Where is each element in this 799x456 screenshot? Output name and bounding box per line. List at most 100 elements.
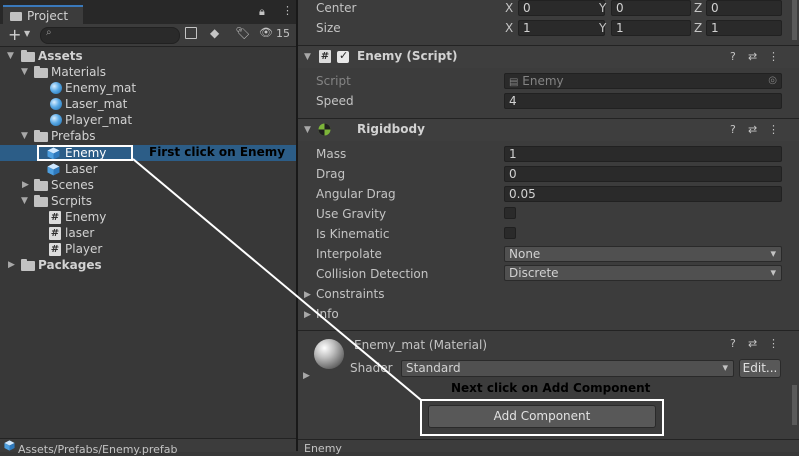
folder-icon [34,130,48,142]
size-x-field[interactable]: 1 [518,20,605,36]
info-foldout-icon[interactable]: ▶ [304,310,311,320]
script-icon: # [49,243,61,256]
annotation-first-step: First click on Enemy [149,145,286,159]
expand-arrow-icon[interactable]: ▼ [7,48,14,64]
center-x-field[interactable]: 0 [518,0,605,16]
constraints-foldout-icon[interactable]: ▶ [304,290,311,300]
script-object-value: Enemy [522,74,564,88]
foldout-arrow-icon[interactable]: ▼ [304,52,311,62]
folder-icon [21,50,35,62]
foldout-arrow-icon[interactable]: ▼ [304,125,311,135]
scrollbar-thumb-lower[interactable] [792,385,797,425]
preset-icon[interactable]: ⇄ [748,50,757,63]
foldout-arrow-icon[interactable]: ▶ [303,371,310,381]
center-y-field[interactable]: 0 [611,0,691,16]
drag-field[interactable]: 0 [504,166,782,182]
center-z-field[interactable]: 0 [706,0,782,16]
tree-item-enemy-script[interactable]: # Enemy [0,209,296,225]
tree-item-packages[interactable]: ▶ Packages [0,257,296,273]
material-icon [50,98,62,110]
tree-item-prefabs[interactable]: ▼ Prefabs [0,128,296,144]
expand-arrow-icon[interactable]: ▼ [21,128,28,144]
collision-detection-label: Collision Detection [316,267,429,281]
material-icon [50,114,62,126]
kebab-menu-icon[interactable]: ⋮ [282,4,293,17]
preview-object-name: Enemy [304,442,342,455]
tree-item-label: Prefabs [51,129,96,143]
tree-item-laser-script[interactable]: # laser [0,225,296,241]
edit-shader-button[interactable]: Edit... [739,359,781,378]
lock-icon[interactable]: 🔒︎ [259,5,265,19]
search-icon: ⌕ [46,27,52,38]
center-label: Center [316,1,357,15]
preset-icon[interactable]: ⇄ [748,337,757,350]
mass-field[interactable]: 1 [504,146,782,162]
script-field-label: Script [316,74,351,88]
tree-item-label: Player_mat [65,113,133,127]
search-by-type-icon[interactable] [185,27,197,39]
scrollbar-thumb[interactable] [792,0,797,40]
filter-type-icon[interactable]: ◆ [210,26,219,40]
expand-arrow-icon[interactable]: ▼ [21,193,28,209]
constraints-label[interactable]: Constraints [316,287,384,301]
component-menu-icon[interactable]: ⋮ [768,123,779,136]
center-y-axis: Y [599,1,607,15]
info-label[interactable]: Info [316,307,339,321]
script-component-title: Enemy (Script) [357,49,458,63]
component-enabled-checkbox[interactable]: ✓ [337,49,349,63]
tab-project[interactable]: Project [3,5,83,24]
label-tag-icon[interactable]: 🏷︎ [235,26,250,40]
tree-item-assets[interactable]: ▼ Assets [0,48,296,64]
tree-item-laser-mat[interactable]: Laser_mat [0,96,296,112]
collision-detection-dropdown[interactable]: Discrete [504,265,782,281]
component-menu-icon[interactable]: ⋮ [768,50,779,63]
tree-item-enemy-mat[interactable]: Enemy_mat [0,80,296,96]
size-z-field[interactable]: 1 [706,20,782,36]
object-picker-icon: ◎ [768,75,777,86]
tree-item-player-script[interactable]: # Player [0,241,296,257]
is-kinematic-checkbox[interactable] [504,227,516,239]
rigidbody-title: Rigidbody [357,122,425,136]
angular-drag-field[interactable]: 0.05 [504,186,782,202]
tree-item-label: Scrpits [51,194,93,208]
tree-item-player-mat[interactable]: Player_mat [0,112,296,128]
prefab-icon [47,163,60,176]
expand-arrow-icon[interactable]: ▼ [21,64,28,80]
collapse-arrow-icon[interactable]: ▶ [22,177,29,193]
help-icon[interactable]: ? [730,123,736,136]
component-menu-icon[interactable]: ⋮ [768,337,779,350]
interpolate-dropdown[interactable]: None [504,246,782,262]
shader-dropdown[interactable]: Standard [401,360,734,377]
tree-item-label: Packages [38,258,102,272]
search-input[interactable]: ⌕ [40,27,180,44]
use-gravity-checkbox[interactable] [504,207,516,219]
material-title: Enemy_mat (Material) [354,338,488,352]
is-kinematic-label: Is Kinematic [316,227,390,241]
tree-item-laser-prefab[interactable]: Laser [0,161,296,177]
folder-icon [34,195,48,207]
tree-item-label: Player [65,242,103,256]
speed-field[interactable]: 4 [504,93,782,109]
folder-icon [34,179,48,191]
create-plus-button[interactable]: + [8,25,21,44]
help-icon[interactable]: ? [730,50,736,63]
size-y-field[interactable]: 1 [611,20,691,36]
collapse-arrow-icon[interactable]: ▶ [8,257,15,273]
tree-item-label: Assets [38,49,83,63]
tree-item-scenes[interactable]: ▶ Scenes [0,177,296,193]
hidden-packages-icon[interactable]: 👁︎ [259,26,273,39]
size-label: Size [316,21,341,35]
rigidbody-header[interactable]: ▼ Rigidbody ? ⇄ ⋮ [298,118,799,141]
help-icon[interactable]: ? [730,337,736,350]
tree-item-scrpits[interactable]: ▼ Scrpits [0,193,296,209]
size-x-axis: X [505,21,514,35]
tree-item-materials[interactable]: ▼ Materials [0,64,296,80]
script-component-header[interactable]: ▼ # ✓ Enemy (Script) ? ⇄ ⋮ [298,45,799,68]
tab-project-label: Project [27,9,69,23]
tree-item-label: Laser [65,162,98,176]
prefab-icon [4,440,15,451]
chevron-down-icon[interactable]: ▼ [24,29,30,38]
annotation-next-step: Next click on Add Component [451,381,651,395]
center-x-axis: X [505,1,514,15]
preset-icon[interactable]: ⇄ [748,123,757,136]
